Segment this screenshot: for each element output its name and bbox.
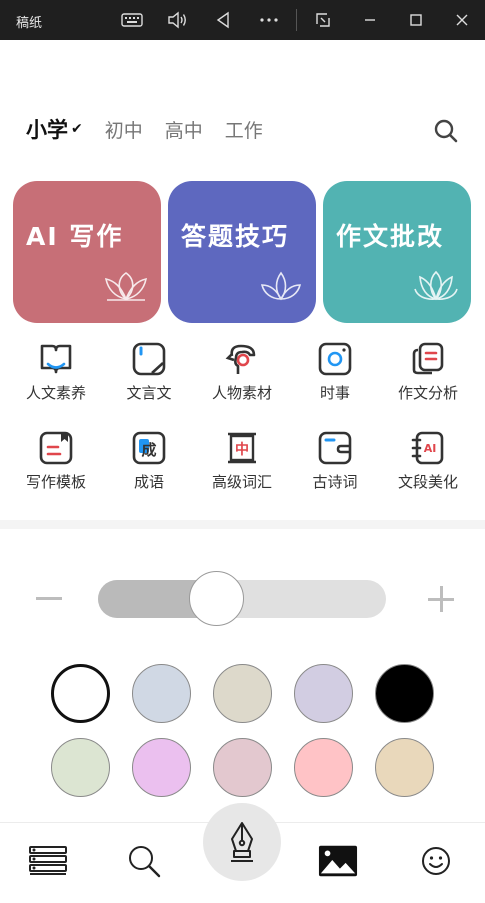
papers-icon[interactable] bbox=[28, 842, 68, 880]
ai-writing-card[interactable]: AI 写作 bbox=[13, 181, 161, 323]
color-swatch[interactable] bbox=[213, 664, 272, 723]
ai-notebook-icon: AI bbox=[411, 431, 444, 465]
window-title: 稿纸 bbox=[16, 16, 43, 31]
grid-label: 写作模板 bbox=[25, 473, 86, 491]
tab-work[interactable]: 工作 bbox=[225, 116, 263, 143]
idiom-icon: 成 bbox=[132, 431, 166, 465]
color-swatch[interactable] bbox=[132, 738, 191, 797]
more-icon[interactable] bbox=[256, 8, 282, 32]
card-label: 作文批改 bbox=[336, 222, 445, 251]
volume-icon[interactable] bbox=[165, 8, 191, 32]
card-label: 答题技巧 bbox=[181, 222, 290, 251]
size-slider-thumb[interactable] bbox=[188, 571, 244, 626]
title-bar: 稿纸 bbox=[0, 0, 485, 40]
grid-label: 作文分析 bbox=[397, 384, 458, 402]
grid-item-character-material[interactable]: 人物素材 bbox=[196, 342, 288, 403]
tab-primary-school[interactable]: 小学 ✔ bbox=[26, 114, 83, 144]
grid-label: 人物素材 bbox=[211, 384, 272, 402]
grid-label: 时事 bbox=[319, 384, 350, 402]
color-swatch[interactable] bbox=[375, 664, 434, 723]
tab-label: 小学 bbox=[26, 118, 68, 142]
book-icon bbox=[40, 344, 72, 374]
keyboard-icon[interactable] bbox=[119, 8, 145, 32]
grid-label: 高级词汇 bbox=[211, 473, 272, 491]
color-swatch[interactable] bbox=[51, 664, 110, 723]
notebook-icon bbox=[412, 342, 444, 375]
svg-text:成: 成 bbox=[141, 441, 156, 459]
minimize-icon[interactable] bbox=[357, 8, 383, 32]
template-icon bbox=[39, 431, 73, 465]
lotus-icon bbox=[260, 271, 302, 301]
answer-tips-card[interactable]: 答题技巧 bbox=[168, 181, 316, 323]
svg-text:AI: AI bbox=[424, 442, 437, 455]
grid-item-classical-chinese[interactable]: 文言文 bbox=[103, 342, 195, 403]
card-label: AI 写作 bbox=[26, 222, 124, 251]
image-icon[interactable] bbox=[318, 842, 358, 880]
titlebar-separator bbox=[296, 9, 297, 31]
color-swatch[interactable] bbox=[213, 738, 272, 797]
maximize-icon[interactable] bbox=[403, 8, 429, 32]
color-swatch[interactable] bbox=[294, 738, 353, 797]
color-swatch[interactable] bbox=[294, 664, 353, 723]
fountain-pen-icon bbox=[231, 822, 253, 862]
grid-label: 古诗词 bbox=[312, 473, 358, 491]
grid-item-writing-template[interactable]: 写作模板 bbox=[10, 431, 102, 492]
color-swatch[interactable] bbox=[132, 664, 191, 723]
lotus-icon bbox=[104, 272, 148, 301]
essay-correction-card[interactable]: 作文批改 bbox=[323, 181, 471, 323]
screenshot-icon[interactable] bbox=[310, 8, 336, 32]
search-icon[interactable] bbox=[433, 118, 459, 144]
color-swatch[interactable] bbox=[51, 738, 110, 797]
grid-label: 成语 bbox=[133, 473, 164, 491]
grid-item-advanced-vocab[interactable]: 中 高级词汇 bbox=[196, 431, 288, 492]
grid-item-humanities[interactable]: 人文素养 bbox=[10, 342, 102, 403]
grid-label: 文言文 bbox=[126, 384, 172, 402]
vocab-icon: 中 bbox=[228, 432, 256, 464]
grid-item-idioms[interactable]: 成 成语 bbox=[103, 431, 195, 492]
grid-label: 文段美化 bbox=[397, 473, 458, 491]
grid-item-essay-analysis[interactable]: 作文分析 bbox=[382, 342, 474, 403]
lotus-icon bbox=[414, 270, 458, 301]
wallet-icon bbox=[318, 431, 352, 465]
tab-junior-high[interactable]: 初中 bbox=[105, 116, 143, 143]
grid-item-paragraph-polish[interactable]: AI 文段美化 bbox=[382, 431, 474, 492]
close-icon[interactable] bbox=[449, 8, 475, 32]
check-icon: ✔ bbox=[71, 121, 83, 137]
fountain-pen-button[interactable] bbox=[203, 803, 281, 881]
camera-icon bbox=[318, 342, 352, 376]
level-tabs: 小学 ✔ 初中 高中 工作 bbox=[26, 114, 285, 144]
svg-text:中: 中 bbox=[235, 441, 249, 458]
section-divider bbox=[0, 520, 485, 529]
grid-label: 人文素养 bbox=[25, 384, 86, 402]
color-swatch[interactable] bbox=[375, 738, 434, 797]
search-icon[interactable] bbox=[124, 842, 164, 880]
minus-icon[interactable] bbox=[36, 597, 62, 600]
back-triangle-icon[interactable] bbox=[210, 8, 236, 32]
tab-senior-high[interactable]: 高中 bbox=[165, 116, 203, 143]
grid-item-current-affairs[interactable]: 时事 bbox=[289, 342, 381, 403]
person-icon bbox=[225, 344, 256, 374]
smiley-icon[interactable] bbox=[416, 842, 456, 880]
note-icon bbox=[132, 342, 166, 376]
grid-item-ancient-poetry[interactable]: 古诗词 bbox=[289, 431, 381, 492]
